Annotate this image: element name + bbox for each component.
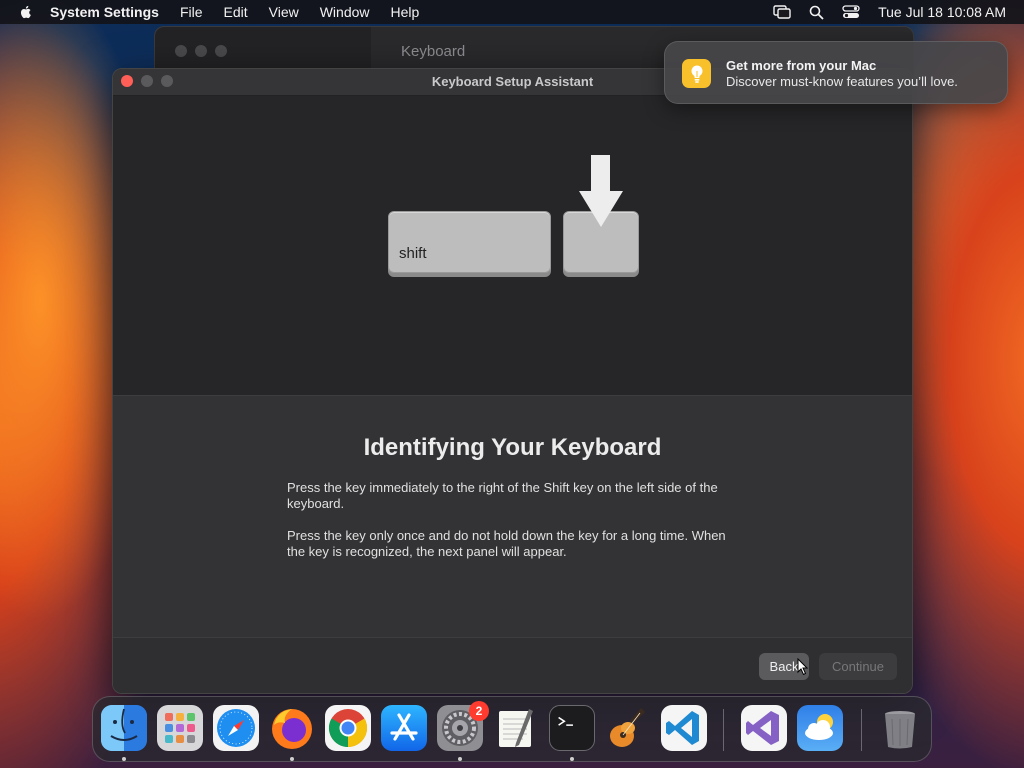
dock: 2	[92, 696, 932, 762]
shift-key-image: shift	[388, 211, 551, 273]
continue-button[interactable]: Continue	[819, 653, 897, 680]
dock-separator	[723, 709, 724, 751]
screen-mirroring-icon[interactable]	[773, 5, 791, 19]
menu-edit[interactable]: Edit	[224, 4, 248, 20]
running-indicator	[290, 757, 294, 761]
notification-title: Get more from your Mac	[726, 58, 877, 73]
firefox-icon[interactable]	[269, 705, 315, 751]
garageband-icon[interactable]	[605, 705, 651, 751]
settings-window-title: Keyboard	[401, 43, 466, 60]
down-arrow-icon	[579, 155, 623, 227]
visual-studio-icon[interactable]	[741, 705, 787, 751]
running-indicator	[458, 757, 462, 761]
chrome-icon[interactable]	[325, 705, 371, 751]
menu-window[interactable]: Window	[320, 4, 370, 20]
keyboard-setup-assistant-window: Keyboard Setup Assistant shift Identifyi…	[112, 68, 913, 694]
weather-icon[interactable]	[797, 705, 843, 751]
button-bar: Back Continue	[113, 637, 912, 693]
running-indicator	[122, 757, 126, 761]
menu-view[interactable]: View	[269, 4, 299, 20]
vscode-icon[interactable]	[661, 705, 707, 751]
mouse-pointer-icon	[797, 658, 809, 676]
lightbulb-icon	[682, 59, 711, 88]
notification-body: Discover must-know features you’ll love.	[726, 74, 958, 89]
terminal-icon[interactable]	[549, 705, 595, 751]
app-store-icon[interactable]	[381, 705, 427, 751]
notification-badge: 2	[469, 701, 489, 721]
shift-key-label: shift	[399, 245, 427, 262]
menu-file[interactable]: File	[180, 4, 203, 20]
running-indicator	[570, 757, 574, 761]
instruction-text-1: Press the key immediately to the right o…	[287, 480, 718, 511]
page-title: Identifying Your Keyboard	[363, 434, 662, 461]
finder-icon[interactable]	[101, 705, 147, 751]
notification-banner[interactable]: Get more from your Mac Discover must-kno…	[664, 41, 1008, 104]
menubar-clock[interactable]: Tue Jul 18 10:08 AM	[878, 4, 1006, 20]
menu-help[interactable]: Help	[391, 4, 420, 20]
trash-icon[interactable]	[877, 705, 923, 751]
apple-icon[interactable]	[18, 4, 34, 20]
keyboard-illustration: shift	[113, 96, 912, 395]
launchpad-icon[interactable]	[157, 705, 203, 751]
dock-separator	[861, 709, 862, 751]
instructions-panel: Identifying Your Keyboard Press the key …	[113, 395, 912, 637]
instruction-text-2: Press the key only once and do not hold …	[287, 528, 726, 559]
textedit-icon[interactable]	[493, 705, 539, 751]
window-controls	[175, 45, 227, 57]
menu-app-name[interactable]: System Settings	[50, 4, 159, 20]
menu-bar: System Settings File Edit View Window He…	[0, 0, 1024, 24]
search-icon[interactable]	[809, 5, 824, 20]
safari-icon[interactable]	[213, 705, 259, 751]
control-center-icon[interactable]	[842, 5, 860, 19]
